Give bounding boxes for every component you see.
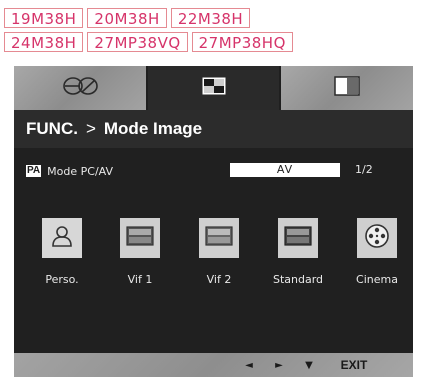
down-arrow-icon[interactable]: ▼ [294,353,324,377]
breadcrumb-separator: > [85,119,96,138]
osd-panel: PA Mode PC/AV AV 1/2 Perso. Vif 1 Vif 2 … [14,148,413,353]
person-icon [50,224,74,252]
mode-item-vif2[interactable]: Vif 2 [189,218,249,286]
breadcrumb-current: Mode Image [103,119,203,138]
vivid1-icon [126,226,154,250]
model-tag: 27MP38HQ [191,32,293,52]
mode-label-vif1: Vif 1 [127,273,153,286]
model-tag: 19M38H [4,8,84,28]
tab-display[interactable] [279,66,414,110]
right-arrow-icon[interactable]: ► [264,353,294,377]
mode-button-vif1[interactable] [120,218,160,258]
model-tag: 24M38H [4,32,84,52]
model-row-2: 24M38H 27MP38VQ 27MP38HQ [4,32,304,52]
mode-button-perso[interactable] [42,218,82,258]
footer-spacer [14,353,234,377]
mode-label-cinema: Cinema [356,273,398,286]
model-tag: 20M38H [87,8,167,28]
eco-icon [58,75,102,101]
display-icon [334,76,360,100]
model-row-1: 19M38H 20M38H 22M38H [4,8,304,28]
picture-mode-list: Perso. Vif 1 Vif 2 Standard Cinema [14,218,413,298]
mode-label-vif2: Vif 2 [206,273,232,286]
pc-av-icon: PA [26,165,42,177]
breadcrumb: FUNC. > Mode Image [14,110,413,148]
vivid2-icon [205,226,233,250]
breadcrumb-parent: FUNC. [26,119,78,138]
mode-item-cinema[interactable]: Cinema [347,218,407,286]
mode-button-vif2[interactable] [199,218,239,258]
model-tag: 27MP38VQ [87,32,188,52]
picture-mode-icon [202,77,226,99]
mode-pc-av-value[interactable]: AV [230,163,340,177]
mode-item-standard[interactable]: Standard [268,218,328,286]
mode-button-cinema[interactable] [357,218,397,258]
mode-pc-av-row[interactable]: PA Mode PC/AV AV 1/2 [26,162,406,180]
mode-pc-av-label: Mode PC/AV [47,164,113,178]
osd-menu: FUNC. > Mode Image PA Mode PC/AV AV 1/2 [14,66,414,377]
film-reel-icon [364,223,390,253]
mode-label-standard: Standard [272,273,324,286]
osd-footer: ◄ ► ▼ EXIT [14,353,413,377]
left-arrow-icon[interactable]: ◄ [234,353,264,377]
mode-label-perso: Perso. [45,273,79,286]
page-indicator: 1/2 [355,163,373,176]
tab-picture[interactable] [145,66,280,110]
mode-button-standard[interactable] [278,218,318,258]
model-tag: 22M38H [170,8,251,28]
tab-eco[interactable] [14,66,146,110]
model-list: 19M38H 20M38H 22M38H 24M38H 27MP38VQ 27M… [4,8,304,56]
mode-item-vif1[interactable]: Vif 1 [110,218,170,286]
osd-tabs [14,66,414,110]
mode-item-perso[interactable]: Perso. [32,218,92,286]
exit-button[interactable]: EXIT [324,353,384,377]
standard-icon [284,226,312,250]
